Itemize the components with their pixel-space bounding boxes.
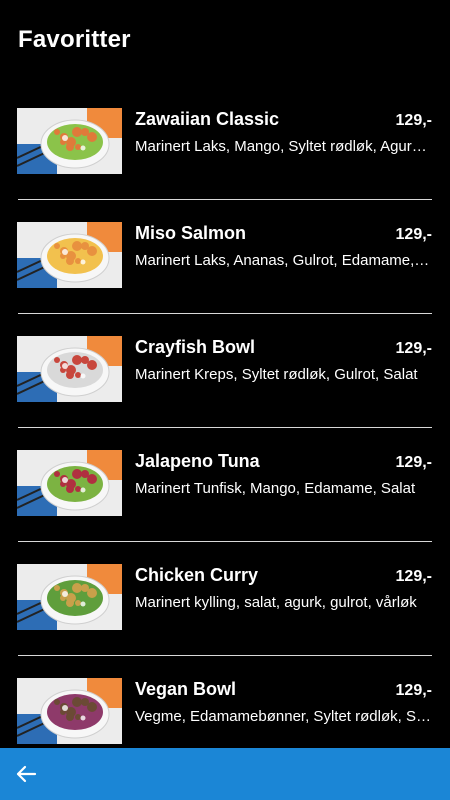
header: Favoritter (0, 0, 450, 80)
dish-name: Zawaiian Classic (135, 109, 280, 129)
list-item[interactable]: Jalapeno Tuna 129,- Marinert Tunfisk, Ma… (0, 428, 450, 542)
dish-description: Marinert Laks, Ananas, Gulrot, Edamame, … (135, 252, 432, 269)
bottom-bar (0, 748, 450, 800)
dish-name: Jalapeno Tuna (135, 451, 260, 471)
list-item[interactable]: Chicken Curry 129,- Marinert kylling, sa… (0, 542, 450, 656)
dish-image (17, 108, 122, 174)
dish-name: Crayfish Bowl (135, 337, 256, 357)
dish-name: Vegan Bowl (135, 679, 237, 699)
dish-description: Marinert kylling, salat, agurk, gulrot, … (135, 594, 417, 611)
favorites-list: Zawaiian Classic 129,- Marinert Laks, Ma… (0, 86, 450, 748)
dish-price: 129,- (395, 568, 432, 585)
arrow-left-icon (16, 765, 37, 783)
dish-description: Marinert Laks, Mango, Syltet rødløk, Agu… (135, 138, 432, 155)
dish-image (17, 678, 122, 744)
dish-price: 129,- (395, 682, 432, 699)
page-title: Favoritter (18, 26, 131, 53)
back-button[interactable] (8, 756, 44, 792)
dish-name: Miso Salmon (135, 223, 247, 243)
dish-description: Marinert Kreps, Syltet rødløk, Gulrot, S… (135, 366, 418, 383)
list-item[interactable]: Crayfish Bowl 129,- Marinert Kreps, Sylt… (0, 314, 450, 428)
list-item[interactable]: Zawaiian Classic 129,- Marinert Laks, Ma… (0, 86, 450, 200)
dish-price: 129,- (395, 454, 432, 471)
dish-name: Chicken Curry (135, 565, 259, 585)
dish-description: Vegme, Edamamebønner, Syltet rødløk, Sal… (135, 708, 432, 725)
dish-description: Marinert Tunfisk, Mango, Edamame, Salat (135, 480, 416, 497)
dish-image (17, 564, 122, 630)
dish-image (17, 450, 122, 516)
dish-price: 129,- (395, 340, 432, 357)
dish-image (17, 336, 122, 402)
dish-image (17, 222, 122, 288)
dish-price: 129,- (395, 112, 432, 129)
list-item[interactable]: Miso Salmon 129,- Marinert Laks, Ananas,… (0, 200, 450, 314)
list-item[interactable]: Vegan Bowl 129,- Vegme, Edamamebønner, S… (0, 656, 450, 748)
dish-price: 129,- (395, 226, 432, 243)
